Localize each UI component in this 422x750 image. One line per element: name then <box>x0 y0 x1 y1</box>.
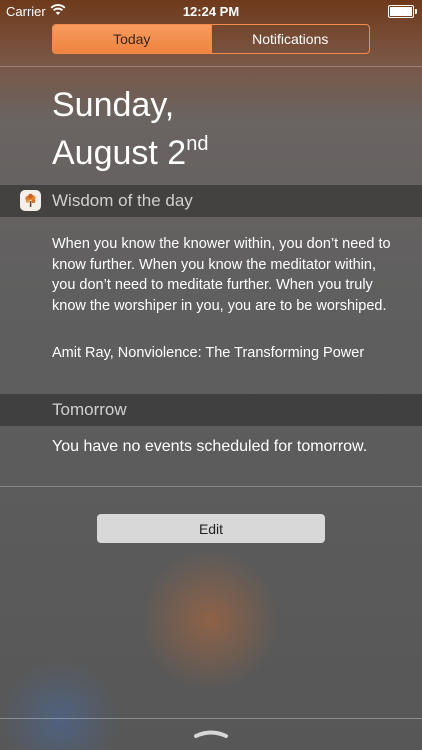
date-weekday: Sunday, <box>52 86 175 124</box>
wisdom-widget-title: Wisdom of the day <box>52 191 193 210</box>
view-segmented-control: Today Notifications <box>52 24 370 54</box>
wisdom-quote: When you know the knower within, you don… <box>52 236 391 314</box>
date-heading: Sunday, August 2nd <box>52 86 208 173</box>
date-ordinal-suffix: nd <box>186 133 209 155</box>
bottom-divider <box>0 718 422 719</box>
content-divider <box>0 486 422 487</box>
battery-icon <box>388 5 417 18</box>
tab-notifications[interactable]: Notifications <box>210 25 370 53</box>
tab-today[interactable]: Today <box>53 25 211 53</box>
tomorrow-title: Tomorrow <box>52 400 127 419</box>
clock: 12:24 PM <box>182 4 240 19</box>
wisdom-author: Amit Ray, Nonviolence: The Transforming … <box>52 345 365 361</box>
tree-icon <box>20 190 41 211</box>
wisdom-widget-header[interactable]: Wisdom of the day <box>0 185 422 217</box>
tomorrow-header[interactable]: Tomorrow <box>0 394 422 426</box>
tomorrow-message: You have no events scheduled for tomorro… <box>52 438 368 455</box>
chevron-up-icon[interactable] <box>193 726 229 744</box>
edit-button[interactable]: Edit <box>97 514 325 543</box>
header-divider <box>0 66 422 67</box>
date-month-day: August 2nd <box>52 133 209 172</box>
status-bar: Carrier 12:24 PM <box>0 0 422 22</box>
